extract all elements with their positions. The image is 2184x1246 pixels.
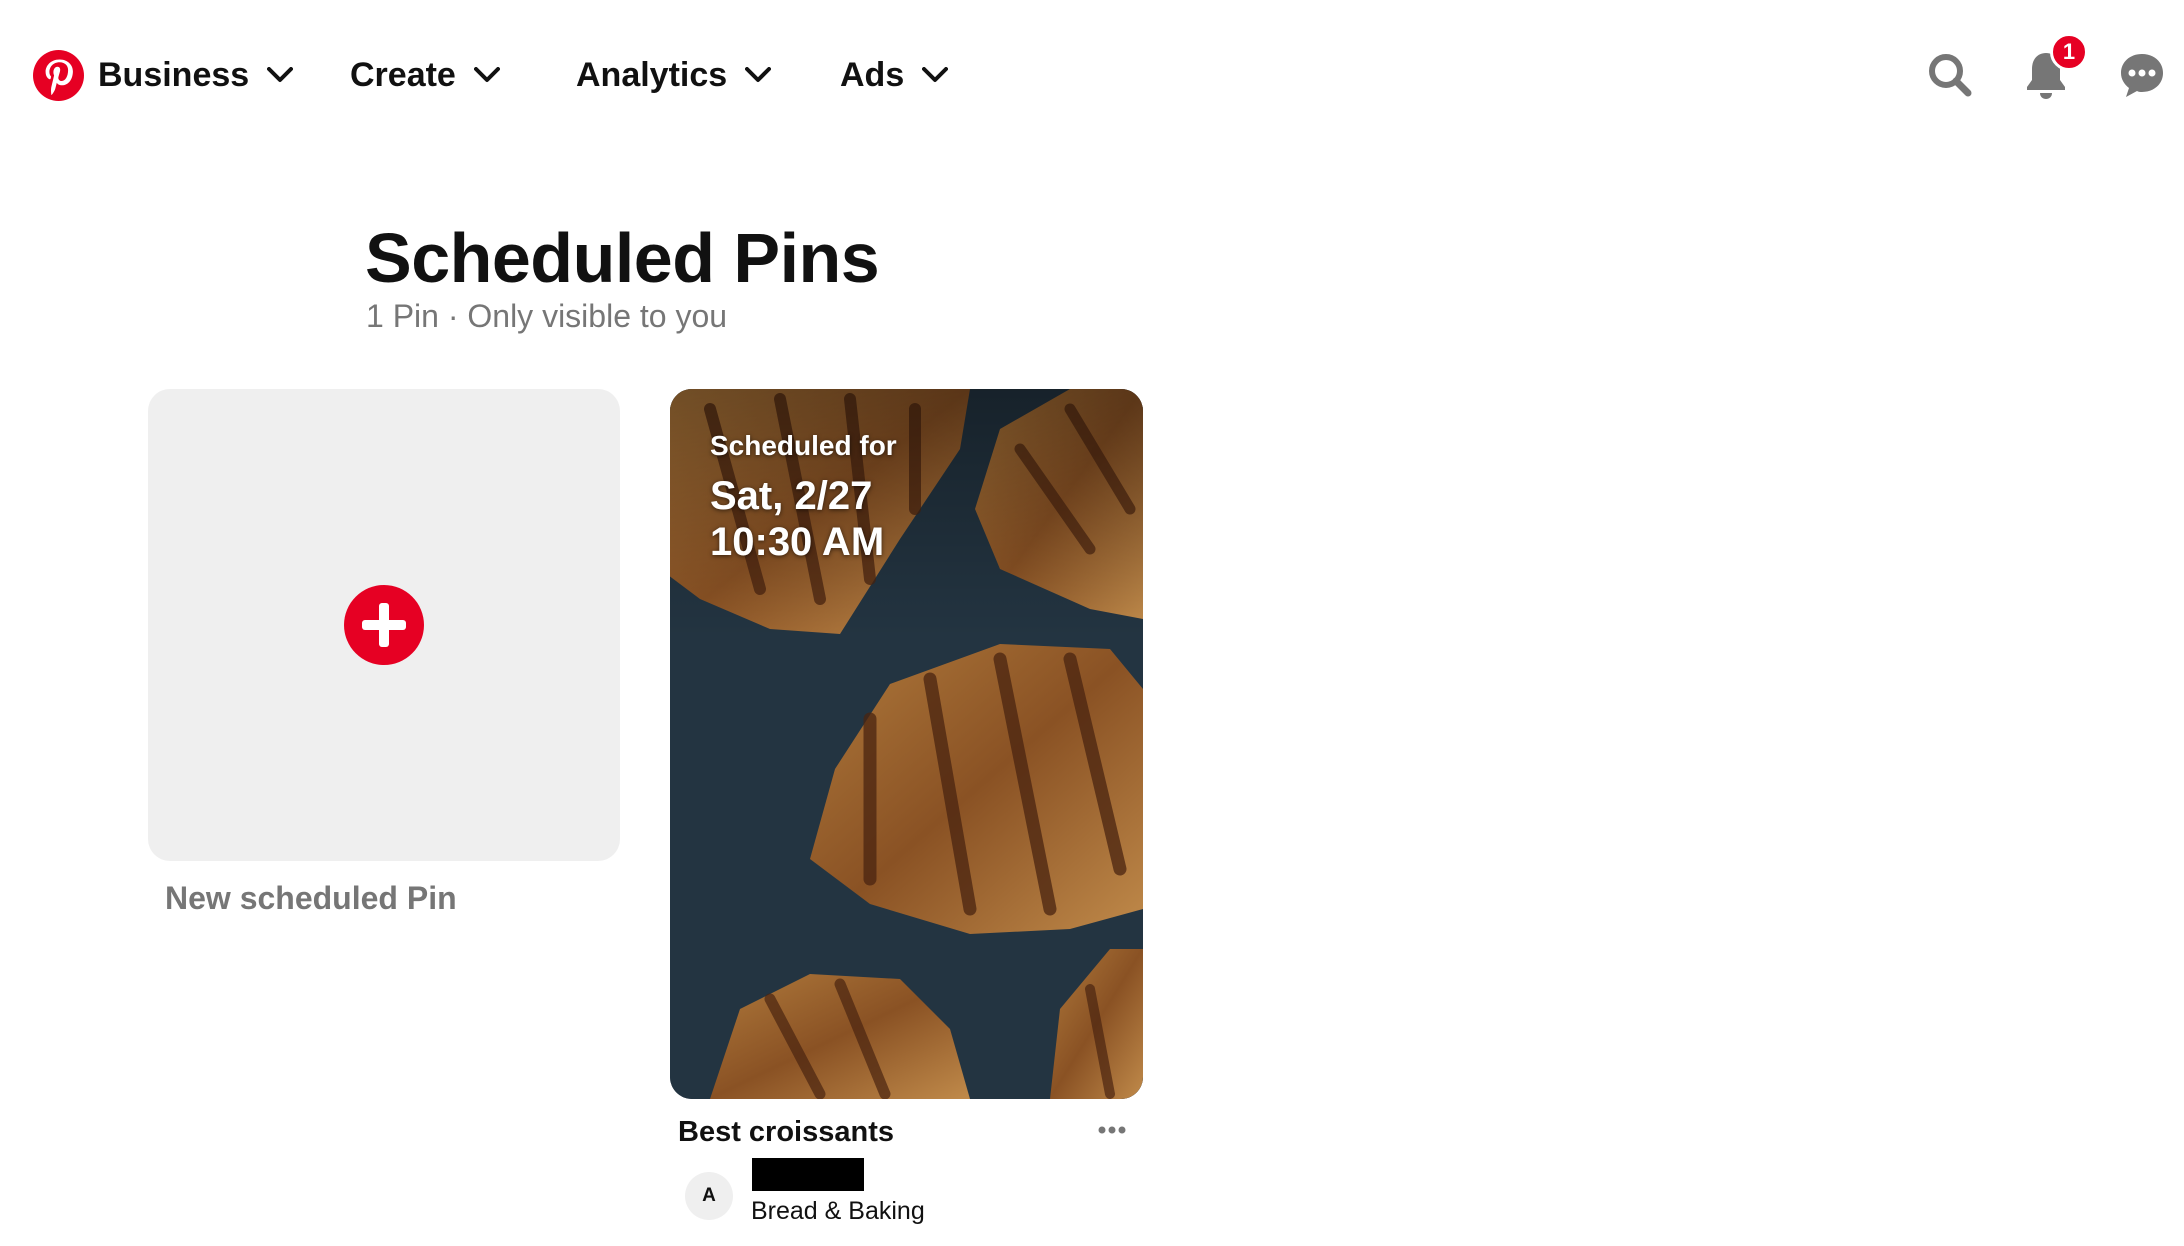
messages-button[interactable] bbox=[2112, 45, 2172, 105]
avatar[interactable]: A bbox=[685, 1172, 733, 1220]
scheduled-for-label: Scheduled for bbox=[710, 430, 897, 461]
search-icon bbox=[1929, 54, 1972, 97]
chevron-down-icon bbox=[473, 67, 500, 82]
nav-create-label: Create bbox=[350, 55, 456, 94]
chevron-down-icon bbox=[745, 67, 772, 82]
new-scheduled-pin-card[interactable] bbox=[148, 389, 620, 861]
chevron-down-icon bbox=[267, 67, 294, 82]
nav-ads-menu[interactable]: Ads bbox=[840, 50, 949, 100]
nav-create-menu[interactable]: Create bbox=[350, 50, 500, 100]
chevron-down-icon bbox=[922, 67, 949, 82]
nav-ads-label: Ads bbox=[840, 55, 905, 94]
page-subtitle: 1 Pin · Only visible to you bbox=[366, 298, 728, 334]
top-navigation: Business Create Analytics Ads 1 bbox=[0, 0, 2184, 150]
nav-analytics-menu[interactable]: Analytics bbox=[576, 50, 772, 100]
pinterest-logo-icon[interactable] bbox=[33, 50, 84, 101]
scheduled-time: 10:30 AM bbox=[710, 520, 885, 564]
pin-title[interactable]: Best croissants bbox=[678, 1114, 894, 1150]
search-button[interactable] bbox=[1920, 45, 1980, 105]
nav-business-label: Business bbox=[98, 55, 250, 94]
scheduled-pin-card[interactable]: Scheduled for Sat, 2/27 10:30 AM bbox=[670, 389, 1143, 1099]
plus-circle-icon bbox=[344, 585, 424, 665]
ellipsis-icon bbox=[1098, 1126, 1126, 1134]
page-title: Scheduled Pins bbox=[365, 219, 880, 297]
board-name-link[interactable]: Bread & Baking bbox=[751, 1195, 925, 1227]
notification-count-badge: 1 bbox=[2050, 33, 2088, 71]
scheduled-date: Sat, 2/27 bbox=[710, 474, 873, 518]
nav-analytics-label: Analytics bbox=[576, 55, 728, 94]
speech-bubble-icon bbox=[2121, 54, 2163, 97]
redacted-username bbox=[752, 1158, 864, 1191]
pin-more-options-button[interactable] bbox=[1090, 1110, 1134, 1150]
nav-business-menu[interactable]: Business bbox=[98, 50, 294, 100]
new-scheduled-pin-label[interactable]: New scheduled Pin bbox=[165, 878, 457, 918]
